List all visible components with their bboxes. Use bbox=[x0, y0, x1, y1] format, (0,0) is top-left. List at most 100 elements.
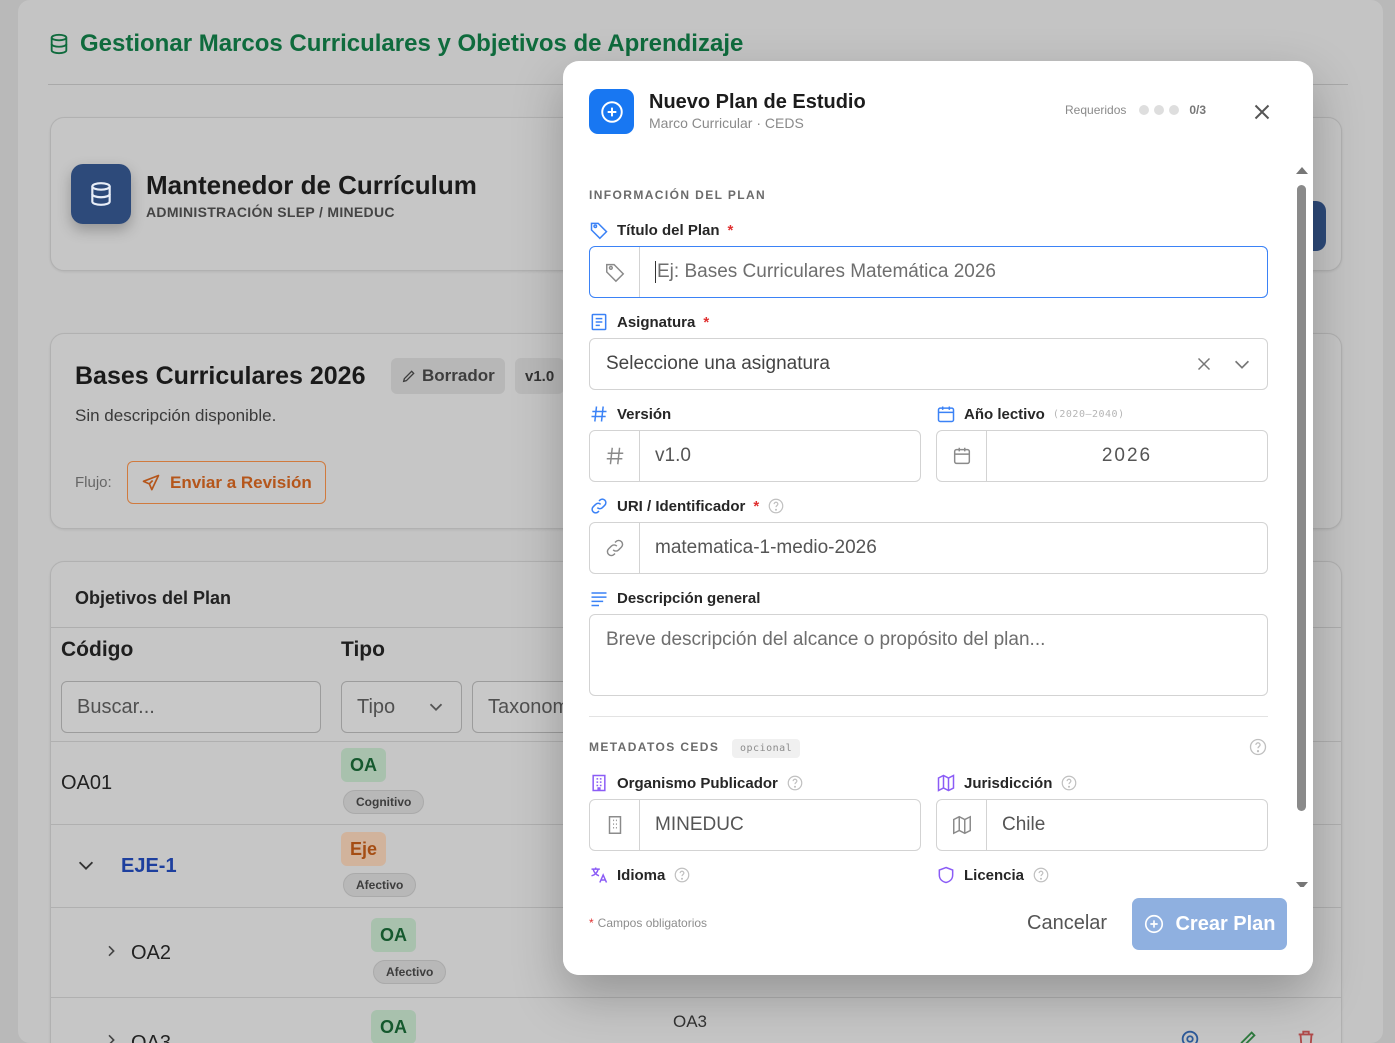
document-icon bbox=[591, 313, 607, 331]
uri-input-value: matematica-1-medio-2026 bbox=[655, 537, 877, 558]
required-marker: * bbox=[703, 313, 710, 331]
chevron-down-icon[interactable] bbox=[1231, 353, 1253, 375]
title-input[interactable]: Ej: Bases Curriculares Matemática 2026 bbox=[589, 246, 1268, 298]
field-label-text: Versión bbox=[617, 405, 672, 423]
chevron-right-icon[interactable] bbox=[103, 1032, 119, 1043]
field-label-description: Descripción general bbox=[589, 588, 760, 608]
help-icon[interactable] bbox=[1060, 774, 1078, 792]
input-addon bbox=[590, 431, 640, 481]
field-label-text: Licencia bbox=[964, 866, 1025, 884]
subject-select[interactable]: Seleccione una asignatura bbox=[589, 338, 1268, 390]
help-icon[interactable] bbox=[786, 774, 804, 792]
required-progress: Requeridos 0/3 bbox=[1065, 103, 1206, 117]
cancel-button[interactable]: Cancelar bbox=[1011, 897, 1123, 949]
field-label-text: Organismo Publicador bbox=[617, 774, 778, 792]
subject-select-value: Seleccione una asignatura bbox=[606, 353, 830, 374]
field-label-publisher: Organismo Publicador bbox=[589, 773, 804, 793]
row-code: OA2 bbox=[131, 942, 172, 964]
field-label-license: Licencia bbox=[936, 865, 1050, 885]
page-title: Gestionar Marcos Curriculares y Objetivo… bbox=[48, 30, 743, 58]
edit-icon[interactable] bbox=[1237, 1028, 1259, 1043]
search-placeholder: Buscar... bbox=[77, 695, 155, 718]
help-icon[interactable] bbox=[673, 866, 691, 884]
title-input-value[interactable]: Ej: Bases Curriculares Matemática 2026 bbox=[640, 247, 1267, 297]
row-code[interactable]: EJE-1 bbox=[121, 855, 177, 878]
section-title-meta-text: METADATOS CEDS bbox=[589, 740, 720, 754]
column-header-code[interactable]: Código bbox=[61, 638, 133, 662]
required-note-text: Campos obligatorios bbox=[597, 916, 708, 930]
required-marker: * bbox=[589, 916, 594, 930]
create-plan-button[interactable]: Crear Plan bbox=[1132, 898, 1287, 950]
plus-circle-icon bbox=[600, 100, 623, 123]
type-filter-select[interactable]: Tipo bbox=[341, 681, 462, 733]
year-input[interactable]: 2026 bbox=[936, 430, 1268, 482]
help-icon[interactable] bbox=[1032, 866, 1050, 884]
database-icon bbox=[91, 182, 111, 206]
hash-icon bbox=[591, 406, 607, 422]
plus-circle-icon bbox=[1145, 914, 1164, 934]
new-plan-modal: Nuevo Plan de Estudio Marco Curricular ·… bbox=[563, 61, 1313, 975]
objectives-title: Objetivos del Plan bbox=[75, 588, 232, 608]
field-label-text: Jurisdicción bbox=[964, 774, 1053, 792]
field-label-title: Título del Plan * bbox=[589, 220, 733, 240]
version-input[interactable]: v1.0 bbox=[589, 430, 921, 482]
section-title-info: INFORMACIÓN DEL PLAN bbox=[589, 188, 767, 202]
type-tag: OA bbox=[341, 748, 386, 782]
help-icon[interactable] bbox=[767, 497, 785, 515]
jurisdiction-input-value: Chile bbox=[1002, 814, 1046, 835]
row-code: OA01 bbox=[61, 772, 113, 794]
link-icon bbox=[591, 498, 607, 514]
required-dot bbox=[1154, 105, 1165, 115]
publisher-input[interactable]: MINEDUC bbox=[589, 799, 921, 851]
required-label: Requeridos bbox=[1065, 103, 1127, 117]
search-input[interactable]: Buscar... bbox=[61, 681, 321, 733]
uri-input[interactable]: matematica-1-medio-2026 bbox=[589, 522, 1268, 574]
close-icon bbox=[1254, 104, 1270, 120]
version-input-value: v1.0 bbox=[655, 445, 691, 466]
shield-icon bbox=[938, 866, 954, 884]
category-tag: Cognitivo bbox=[343, 790, 425, 814]
chevron-down-icon bbox=[429, 703, 443, 712]
jurisdiction-input[interactable]: Chile bbox=[936, 799, 1268, 851]
flow-label: Flujo: bbox=[75, 474, 112, 491]
send-review-button[interactable]: Enviar a Revisión bbox=[127, 461, 326, 504]
type-tag: OA bbox=[371, 1010, 416, 1043]
app-logo bbox=[71, 164, 131, 224]
view-icon[interactable] bbox=[1179, 1028, 1201, 1043]
calendar-icon bbox=[953, 447, 970, 465]
required-dot bbox=[1169, 105, 1180, 115]
status-badge-label: Borrador bbox=[422, 366, 495, 385]
calendar-icon bbox=[937, 406, 955, 423]
text-align-icon bbox=[591, 592, 607, 607]
building-icon bbox=[608, 816, 621, 834]
field-label-text: Descripción general bbox=[617, 589, 761, 607]
column-header-type[interactable]: Tipo bbox=[341, 638, 385, 662]
type-tag: OA bbox=[371, 918, 416, 952]
divider bbox=[51, 997, 1341, 998]
clear-icon[interactable] bbox=[1193, 353, 1215, 375]
send-review-label: Enviar a Revisión bbox=[170, 472, 312, 492]
row-actions bbox=[1179, 1028, 1317, 1043]
trash-icon[interactable] bbox=[1295, 1028, 1317, 1043]
close-button[interactable] bbox=[1249, 99, 1275, 125]
translate-icon bbox=[591, 867, 608, 883]
chevron-right-icon[interactable] bbox=[103, 943, 119, 959]
create-plan-label: Crear Plan bbox=[1175, 912, 1276, 935]
type-tag: Eje bbox=[341, 832, 387, 866]
optional-badge: opcional bbox=[732, 739, 801, 758]
help-icon[interactable] bbox=[1248, 737, 1268, 757]
select-controls bbox=[1193, 339, 1267, 389]
row-related-code: OA3 bbox=[673, 1012, 708, 1031]
chevron-down-icon[interactable] bbox=[75, 854, 97, 876]
tag-icon bbox=[605, 263, 624, 283]
tag-icon bbox=[590, 222, 608, 240]
send-icon bbox=[142, 474, 160, 490]
title-placeholder: Ej: Bases Curriculares Matemática 2026 bbox=[657, 261, 996, 282]
building-icon bbox=[592, 774, 606, 792]
required-marker: * bbox=[753, 497, 760, 515]
required-marker: * bbox=[727, 221, 734, 239]
description-textarea[interactable]: Breve descripción del alcance o propósit… bbox=[589, 614, 1268, 696]
modal-body: INFORMACIÓN DEL PLAN Título del Plan * E… bbox=[563, 167, 1313, 887]
year-input-value: 2026 bbox=[1101, 445, 1153, 466]
modal-title: Nuevo Plan de Estudio bbox=[649, 91, 866, 113]
